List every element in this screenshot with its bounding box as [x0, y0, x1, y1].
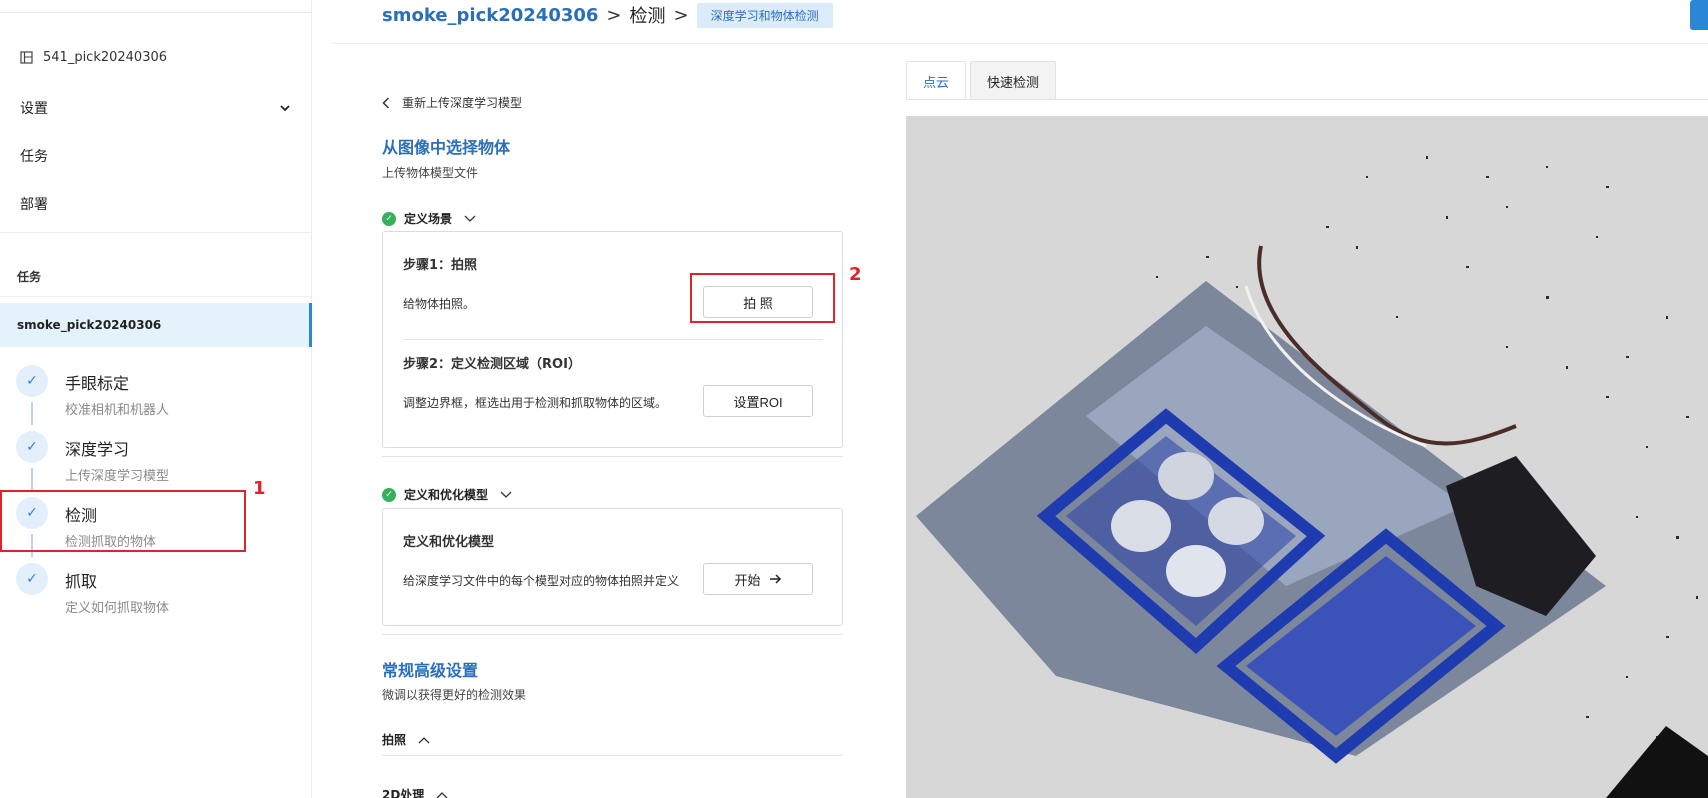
step-grasp[interactable]: ✓ 抓取 定义如何抓取物体: [16, 563, 276, 629]
breadcrumb: smoke_pick20240306 > 检测 > 深度学习和物体检测: [382, 2, 833, 28]
divider: [403, 339, 823, 340]
active-task-label: smoke_pick20240306: [17, 318, 162, 332]
chevron-down-icon: [500, 491, 512, 498]
cup-1: [1111, 500, 1171, 552]
step-connector: [31, 468, 33, 491]
divider: [382, 456, 843, 457]
point-cloud-viewer[interactable]: [906, 116, 1708, 798]
menu-item-tasks[interactable]: 任务: [20, 146, 290, 166]
annotation-box-1: [0, 490, 246, 552]
header-action-button[interactable]: [1690, 0, 1708, 30]
project-selector[interactable]: 541_pick20240306: [20, 50, 167, 65]
step-connector: [31, 402, 33, 425]
advanced-subtitle: 微调以获得更好的检测效果: [382, 688, 527, 702]
fold-2d-label: 2D处理: [382, 788, 425, 798]
menu-item-tasks-label: 任务: [20, 149, 48, 165]
breadcrumb-separator: >: [606, 4, 622, 26]
chevron-left-icon: [382, 96, 390, 109]
chevron-down-icon: [464, 215, 476, 222]
menu-item-settings[interactable]: 设置: [20, 98, 290, 118]
model-card-description: 给深度学习文件中的每个模型对应的物体拍照并定义: [403, 574, 680, 588]
top-header: smoke_pick20240306 > 检测 > 深度学习和物体检测: [332, 0, 1708, 44]
divider: [0, 232, 312, 233]
menu-item-deploy-label: 部署: [20, 197, 48, 213]
point-cloud-render: [916, 156, 1708, 798]
check-icon: ✓: [16, 431, 48, 463]
step-hand-eye[interactable]: ✓ 手眼标定 校准相机和机器人: [16, 365, 276, 431]
breadcrumb-current[interactable]: 检测: [630, 2, 666, 28]
arrow-right-icon: [769, 574, 781, 584]
start-button[interactable]: 开始: [703, 563, 813, 595]
success-check-icon: ✓: [382, 487, 396, 502]
annotation-number-1: 1: [253, 478, 266, 499]
fold-2d-processing[interactable]: 2D处理: [382, 786, 448, 798]
back-link[interactable]: 重新上传深度学习模型: [382, 94, 522, 111]
chevron-down-icon: [280, 104, 290, 111]
set-roi-button[interactable]: 设置ROI: [703, 385, 813, 417]
viewer-tabs: 点云 快速检测: [906, 61, 1060, 100]
step-title: 手眼标定: [65, 374, 130, 393]
step-subtitle: 上传深度学习模型: [65, 469, 170, 484]
menu-item-deploy[interactable]: 部署: [20, 194, 290, 214]
tab-point-cloud[interactable]: 点云: [906, 61, 967, 100]
step1-description: 给物体拍照。: [403, 297, 476, 311]
step2-title: 步骤2：定义检测区域（ROI）: [403, 357, 581, 372]
step-subtitle: 定义如何抓取物体: [65, 601, 170, 616]
menu-item-settings-label: 设置: [20, 101, 48, 117]
scene-card: 步骤1：拍照 给物体拍照。 拍 照 步骤2：定义检测区域（ROI） 调整边界框，…: [382, 231, 843, 448]
active-task-item[interactable]: smoke_pick20240306: [0, 303, 312, 347]
back-link-label: 重新上传深度学习模型: [402, 96, 523, 110]
tab-quick-detect[interactable]: 快速检测: [970, 61, 1057, 100]
divider: [0, 296, 312, 297]
chevron-up-icon: [418, 736, 430, 743]
step1-title: 步骤1：拍照: [403, 258, 478, 273]
section-subtitle: 上传物体模型文件: [382, 166, 479, 180]
model-card: 定义和优化模型 给深度学习文件中的每个模型对应的物体拍照并定义 开始: [382, 508, 843, 626]
section-title: 任务: [17, 270, 42, 284]
advanced-title: 常规高级设置: [382, 661, 479, 680]
step-title: 深度学习: [65, 440, 130, 459]
check-icon: ✓: [16, 563, 48, 595]
mode-tag: 深度学习和物体检测: [696, 2, 833, 28]
project-icon: [20, 51, 33, 64]
divider: [382, 634, 843, 635]
section-title: 从图像中选择物体: [382, 138, 511, 157]
breadcrumb-project[interactable]: smoke_pick20240306: [382, 5, 598, 26]
project-name: 541_pick20240306: [43, 50, 168, 65]
fold-capture[interactable]: 拍照: [382, 731, 430, 748]
step2-description: 调整边界框，框选出用于检测和抓取物体的区域。: [403, 396, 668, 410]
chevron-up-icon: [436, 791, 448, 798]
start-button-label: 开始: [734, 573, 761, 589]
sidebar: 541_pick20240306 设置 任务 部署 任务 smoke_pick2…: [0, 0, 312, 798]
divider: [0, 12, 312, 13]
cup-2: [1158, 452, 1214, 500]
group-title: 定义场景: [404, 212, 453, 226]
group-header-scene[interactable]: ✓ 定义场景: [382, 210, 476, 227]
check-icon: ✓: [16, 365, 48, 397]
cup-3: [1208, 497, 1264, 545]
step-subtitle: 校准相机和机器人: [65, 403, 170, 418]
annotation-number-2: 2: [849, 264, 862, 285]
annotation-box-2: [690, 273, 835, 323]
step-deep-learning[interactable]: ✓ 深度学习 上传深度学习模型: [16, 431, 276, 497]
model-card-title: 定义和优化模型: [403, 535, 495, 550]
breadcrumb-separator: >: [673, 4, 689, 26]
group-title: 定义和优化模型: [404, 488, 489, 502]
success-check-icon: ✓: [382, 211, 396, 226]
group-header-model[interactable]: ✓ 定义和优化模型: [382, 486, 512, 503]
fold-capture-label: 拍照: [382, 733, 407, 747]
step-title: 抓取: [65, 572, 98, 591]
cup-4: [1166, 545, 1226, 597]
divider: [906, 99, 1708, 100]
divider: [382, 755, 843, 756]
